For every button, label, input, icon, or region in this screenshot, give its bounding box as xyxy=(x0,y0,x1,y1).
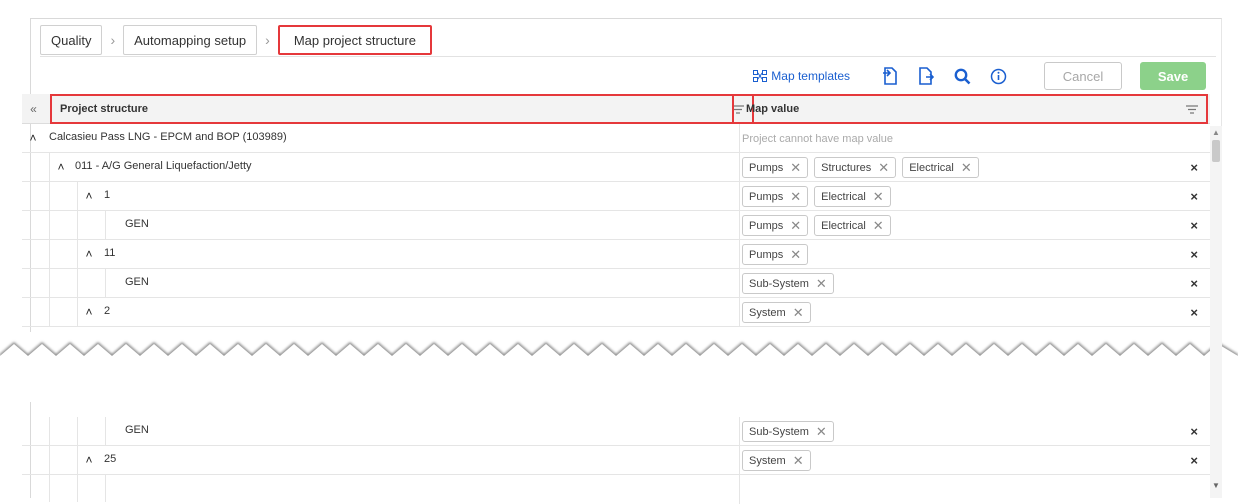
table-row[interactable]: ˄ 011 - A/G General Liquefaction/Jetty P… xyxy=(22,153,1210,182)
row-label: GEN xyxy=(125,424,149,436)
chevron-up-icon[interactable]: ˄ xyxy=(83,247,95,261)
breadcrumb: Quality › Automapping setup › Map projec… xyxy=(40,23,432,57)
filter-icon[interactable] xyxy=(1186,105,1198,114)
map-tag[interactable]: Electrical ✕ xyxy=(814,186,891,207)
vertical-scrollbar[interactable]: ▲ ▼ xyxy=(1210,126,1222,498)
row-label: 25 xyxy=(104,453,117,465)
table-row[interactable]: ˄ 11 Pumps ✕ × xyxy=(22,240,1210,269)
map-tag[interactable]: Electrical ✕ xyxy=(902,157,979,178)
row-label: 1 xyxy=(104,189,111,201)
remove-tag-icon[interactable]: ✕ xyxy=(790,190,801,203)
row-label: GEN xyxy=(125,218,149,230)
cancel-button[interactable]: Cancel xyxy=(1044,62,1122,90)
scrollbar-thumb[interactable] xyxy=(1212,140,1220,162)
map-tag[interactable]: System ✕ xyxy=(742,450,811,471)
divider xyxy=(40,56,1216,57)
map-tag[interactable]: Pumps ✕ xyxy=(742,157,809,178)
remove-tag-icon[interactable]: ✕ xyxy=(816,277,827,290)
map-value-cell[interactable]: Pumps ✕ xyxy=(739,240,814,269)
column-header-label: Project structure xyxy=(60,103,149,115)
map-tag[interactable]: Pumps ✕ xyxy=(742,186,809,207)
info-icon[interactable] xyxy=(988,65,1008,87)
remove-tag-icon[interactable]: ✕ xyxy=(961,161,972,174)
chevron-up-icon[interactable]: ˄ xyxy=(83,305,95,319)
map-templates-button[interactable]: Map templates xyxy=(753,69,850,83)
column-header-label: Map value xyxy=(746,103,800,115)
row-label: 2 xyxy=(104,305,111,317)
map-templates-icon xyxy=(753,70,768,82)
column-header-map-value: Map value xyxy=(732,94,1208,124)
column-header-project-structure: Project structure xyxy=(50,94,754,124)
export-icon[interactable] xyxy=(916,65,936,87)
table-row[interactable] xyxy=(22,475,1210,504)
table-row[interactable]: ˄ Calcasieu Pass LNG - EPCM and BOP (103… xyxy=(22,124,1210,153)
chevron-up-icon[interactable]: ˄ xyxy=(27,131,39,145)
chevron-up-icon[interactable]: ˄ xyxy=(83,189,95,203)
scroll-down-icon[interactable]: ▼ xyxy=(1212,481,1220,490)
table-row[interactable]: GEN Sub-System ✕ × xyxy=(22,417,1210,446)
map-value-cell[interactable]: Pumps ✕ Structures ✕ Electrical ✕ xyxy=(739,153,985,182)
breadcrumb-quality[interactable]: Quality xyxy=(40,25,103,55)
clear-row-icon[interactable]: × xyxy=(1190,247,1198,262)
remove-tag-icon[interactable]: ✕ xyxy=(793,454,804,467)
remove-tag-icon[interactable]: ✕ xyxy=(816,425,827,438)
row-label: 11 xyxy=(104,247,116,259)
table-row[interactable]: GEN Sub-System ✕ × xyxy=(22,269,1210,298)
remove-tag-icon[interactable]: ✕ xyxy=(873,219,884,232)
map-value-cell[interactable]: System ✕ xyxy=(739,298,817,327)
breadcrumb-automapping-setup[interactable]: Automapping setup xyxy=(123,25,258,55)
chevron-up-icon[interactable]: ˄ xyxy=(83,453,95,467)
remove-tag-icon[interactable]: ✕ xyxy=(790,219,801,232)
chevron-right-icon: › xyxy=(265,32,270,48)
map-value-cell[interactable]: Sub-System ✕ xyxy=(739,269,840,298)
table-row[interactable]: ˄ 1 Pumps ✕ Electrical ✕ × xyxy=(22,182,1210,211)
map-tag[interactable]: Pumps ✕ xyxy=(742,244,809,265)
clear-row-icon[interactable]: × xyxy=(1190,189,1198,204)
remove-tag-icon[interactable]: ✕ xyxy=(793,306,804,319)
remove-tag-icon[interactable]: ✕ xyxy=(873,190,884,203)
search-icon[interactable] xyxy=(952,65,972,87)
clear-row-icon[interactable]: × xyxy=(1190,305,1198,320)
breadcrumb-map-project-structure[interactable]: Map project structure xyxy=(277,25,432,55)
table-row[interactable]: GEN Pumps ✕ Electrical ✕ × xyxy=(22,211,1210,240)
table-header: « Project structure Map value xyxy=(22,94,1210,124)
map-value-placeholder: Project cannot have map value xyxy=(742,132,894,145)
toolbar: Map templates Cancel Save xyxy=(753,61,1206,91)
row-label: GEN xyxy=(125,276,149,288)
clear-row-icon[interactable]: × xyxy=(1190,160,1198,175)
map-tag[interactable]: System ✕ xyxy=(742,302,811,323)
scroll-up-icon[interactable]: ▲ xyxy=(1212,128,1220,137)
map-value-cell[interactable]: System ✕ xyxy=(739,446,817,475)
table-row[interactable]: ˄ 25 System ✕ × xyxy=(22,446,1210,475)
torn-edge-divider xyxy=(0,332,1238,402)
row-label: 011 - A/G General Liquefaction/Jetty xyxy=(75,160,252,172)
clear-row-icon[interactable]: × xyxy=(1190,218,1198,233)
save-button[interactable]: Save xyxy=(1140,62,1206,90)
map-value-cell[interactable]: Pumps ✕ Electrical ✕ xyxy=(739,211,897,240)
map-tag[interactable]: Structures ✕ xyxy=(814,157,897,178)
chevron-up-icon[interactable]: ˄ xyxy=(55,160,67,174)
collapse-all-icon[interactable]: « xyxy=(22,94,45,124)
clear-row-icon[interactable]: × xyxy=(1190,453,1198,468)
remove-tag-icon[interactable]: ✕ xyxy=(790,161,801,174)
map-value-cell[interactable]: Pumps ✕ Electrical ✕ xyxy=(739,182,897,211)
remove-tag-icon[interactable]: ✕ xyxy=(878,161,889,174)
row-label: Calcasieu Pass LNG - EPCM and BOP (10398… xyxy=(49,131,287,143)
map-tag[interactable]: Sub-System ✕ xyxy=(742,421,834,442)
map-value-cell[interactable]: Sub-System ✕ xyxy=(739,417,840,446)
map-tag[interactable]: Pumps ✕ xyxy=(742,215,809,236)
table-row[interactable]: ˄ 2 System ✕ × xyxy=(22,298,1210,327)
clear-row-icon[interactable]: × xyxy=(1190,424,1198,439)
import-icon[interactable] xyxy=(880,65,900,87)
map-value-cell: Project cannot have map value xyxy=(739,124,894,153)
map-templates-label: Map templates xyxy=(771,69,850,83)
map-tag[interactable]: Electrical ✕ xyxy=(814,215,891,236)
map-tag[interactable]: Sub-System ✕ xyxy=(742,273,834,294)
remove-tag-icon[interactable]: ✕ xyxy=(790,248,801,261)
clear-row-icon[interactable]: × xyxy=(1190,276,1198,291)
chevron-right-icon: › xyxy=(110,32,116,48)
